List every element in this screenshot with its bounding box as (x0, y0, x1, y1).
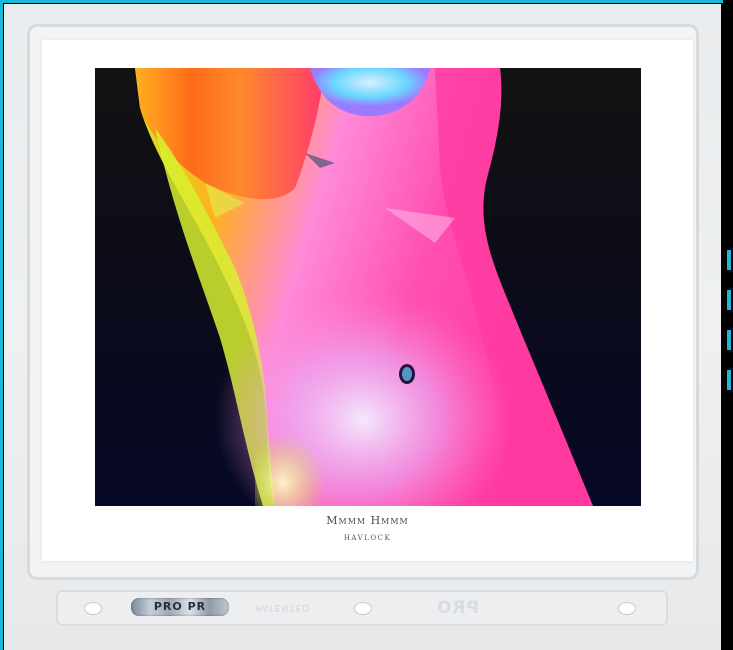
binder-hole (84, 602, 102, 615)
embossed-brand-text: PRO (436, 598, 480, 618)
scan-frame: Mmmm Hmmm havlock PRO PR PATENTED PRO (0, 0, 733, 650)
art-print: Mmmm Hmmm havlock (42, 40, 693, 561)
embossed-small-text: PATENTED (256, 602, 311, 612)
right-edge (723, 0, 733, 650)
binder-hole (618, 602, 636, 615)
hologram-label: PRO PR (153, 600, 207, 613)
cyan-tick (727, 290, 731, 310)
artwork-artist: havlock (343, 532, 392, 543)
cyan-tick (727, 330, 731, 350)
cyan-tick (727, 250, 731, 270)
artwork-image (95, 68, 641, 506)
hologram-sticker: PRO PR (131, 598, 229, 616)
cyan-tick (727, 370, 731, 390)
artwork-title: Mmmm Hmmm (326, 514, 409, 527)
binder-hole (354, 602, 372, 615)
torso-render (135, 68, 593, 506)
